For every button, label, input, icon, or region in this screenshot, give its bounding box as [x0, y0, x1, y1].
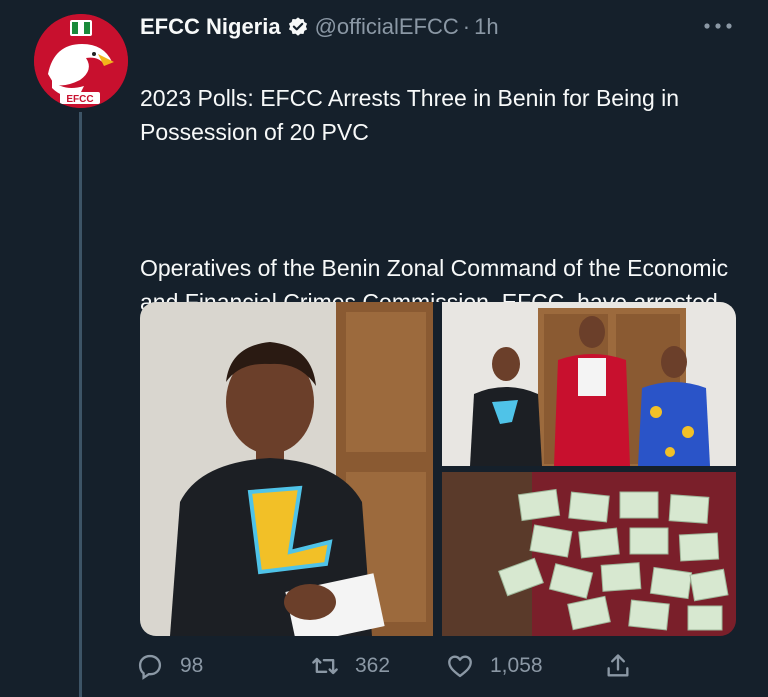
thread-line [79, 112, 82, 697]
like-count: 1,058 [490, 654, 543, 677]
reply-count: 98 [180, 654, 204, 677]
more-dots-icon[interactable] [698, 12, 738, 40]
media-grid[interactable] [140, 302, 736, 636]
avatar[interactable]: EFCC [34, 14, 128, 108]
photo-bottom-right[interactable] [442, 472, 736, 636]
share-icon [607, 654, 629, 677]
verified-badge-icon [287, 16, 309, 38]
photo-left[interactable] [140, 302, 433, 636]
like-icon [448, 655, 472, 678]
separator: · [462, 14, 471, 39]
reply-icon [138, 654, 162, 680]
reply-button[interactable]: 98 [136, 642, 203, 690]
retweet-button[interactable]: 362 [311, 642, 390, 690]
handle[interactable]: @officialEFCC [315, 14, 459, 40]
timestamp[interactable]: 1h [474, 14, 498, 40]
like-button[interactable]: 1,058 [446, 642, 543, 690]
retweet-count: 362 [355, 654, 391, 677]
svg-text:EFCC: EFCC [66, 94, 93, 105]
share-button[interactable] [604, 642, 648, 690]
efcc-logo-icon: EFCC [34, 14, 128, 108]
tweet-header: EFCC Nigeria @officialEFCC · 1h [140, 11, 499, 43]
photo-top-right[interactable] [442, 302, 736, 466]
tweet-actions: 98 362 1,058 [136, 642, 756, 690]
display-name[interactable]: EFCC Nigeria [140, 14, 281, 40]
tweet-title: 2023 Polls: EFCC Arrests Three in Benin … [140, 85, 680, 145]
retweet-icon [312, 657, 338, 675]
